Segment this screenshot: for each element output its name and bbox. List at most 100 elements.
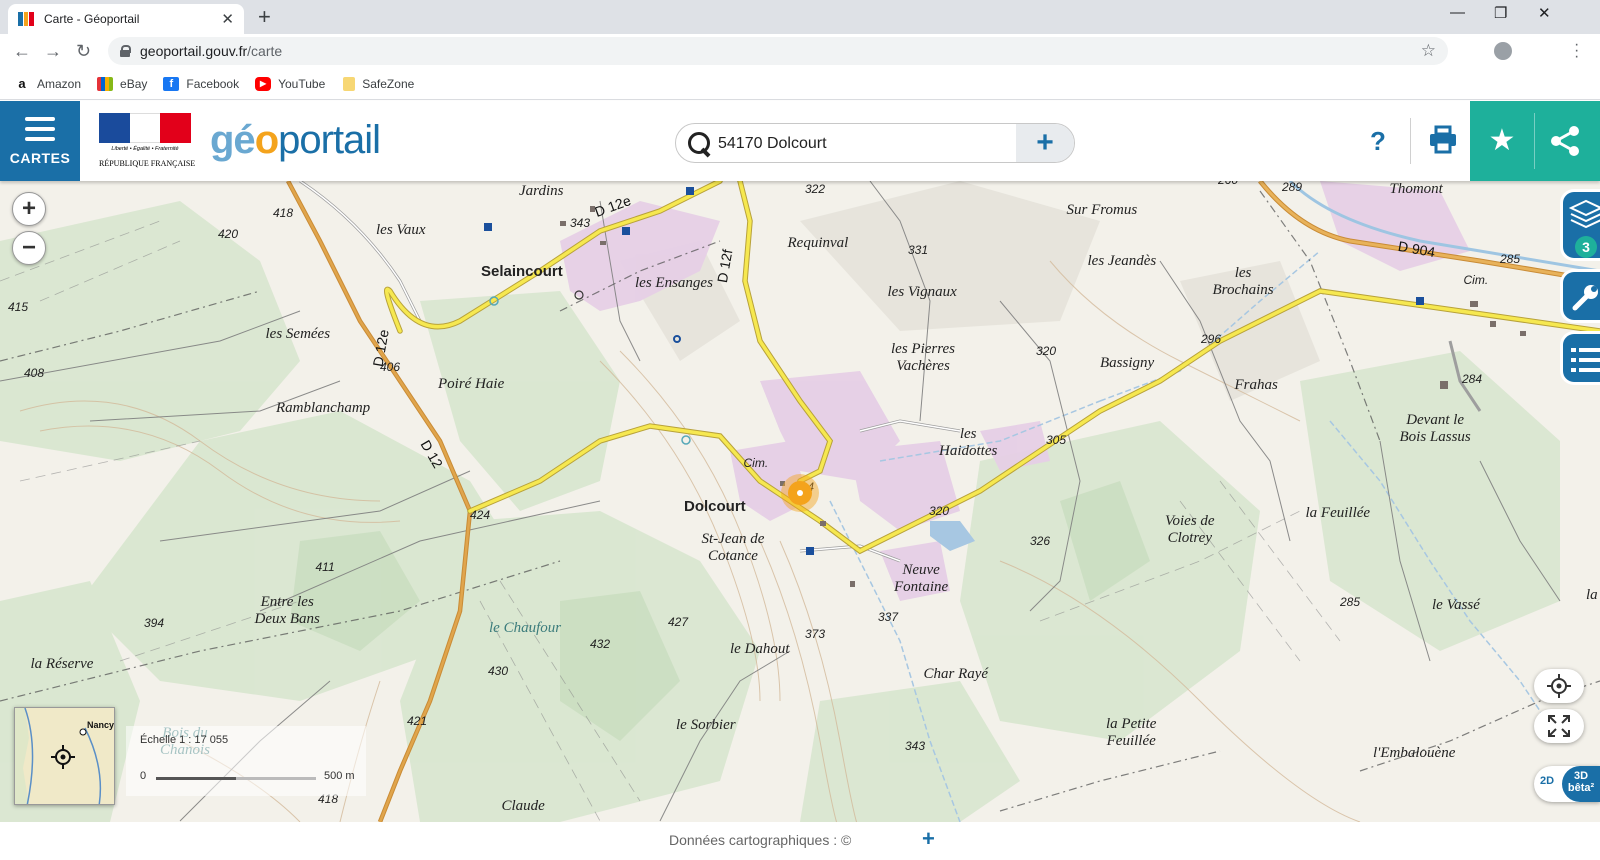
browser-tab-strip: Carte - Géoportail ✕ + — ❐ ✕: [0, 0, 1600, 34]
advanced-search-button[interactable]: +: [1016, 124, 1074, 162]
mode-3d-button[interactable]: 3D bêta²: [1562, 766, 1600, 802]
reload-icon[interactable]: ↻: [76, 41, 91, 61]
layers-panel-tab[interactable]: 3: [1560, 189, 1600, 261]
map-place-label: Bassigny: [1100, 354, 1155, 371]
map-town-label: Selaincourt: [481, 262, 563, 280]
map-place-label: les Jeandès: [1087, 252, 1157, 269]
bookmark-safezone[interactable]: SafeZone: [341, 76, 414, 91]
search-result-marker[interactable]: [781, 474, 819, 512]
tab-close-icon[interactable]: ✕: [221, 10, 234, 28]
map-altitude-label: 326: [1030, 534, 1051, 548]
zoom-out-button[interactable]: −: [12, 231, 46, 265]
tools-panel-tab[interactable]: [1560, 269, 1600, 323]
map-altitude-label: 411: [315, 560, 335, 574]
map-place-label: Frahas: [1234, 376, 1278, 393]
logo-part-ge: gé: [210, 118, 256, 162]
map-footer: Données cartographiques : © +: [0, 822, 1600, 860]
geoportail-favicon-icon: [18, 12, 35, 26]
new-tab-button[interactable]: +: [258, 4, 271, 30]
help-button[interactable]: ?: [1363, 121, 1393, 161]
map-place-label: Char Rayé: [923, 665, 989, 682]
map-altitude-label: 289: [1282, 181, 1303, 194]
map-place-label: le Sorbier: [676, 716, 736, 733]
extension-adblock-icon[interactable]: AD: [1463, 42, 1481, 60]
map-place-label: la Réserve: [30, 655, 94, 672]
legend-panel-tab[interactable]: [1560, 331, 1600, 385]
map-altitude-label: 320: [929, 504, 950, 518]
youtube-icon: ▶: [255, 76, 272, 91]
browser-menu-icon[interactable]: · · ·: [1574, 37, 1579, 65]
map-town-label: Dolcourt: [684, 497, 746, 515]
map-altitude-label: 415: [8, 300, 29, 314]
map-altitude-label: 373: [805, 627, 826, 641]
bookmark-label: Amazon: [37, 76, 82, 91]
overview-city-label: Nancy: [87, 720, 115, 730]
cartes-menu-button[interactable]: CARTES: [0, 101, 80, 181]
scale-zero-label: 0: [140, 770, 147, 782]
mode-2d-button[interactable]: 2D: [1540, 775, 1554, 787]
bookmark-ebay[interactable]: eBay: [97, 76, 147, 91]
wrench-icon: [1572, 285, 1598, 311]
url-text: geoportail.gouv.fr/carte: [140, 43, 283, 59]
map-place-label: les Ensanges: [635, 274, 713, 291]
view-mode-toggle[interactable]: 2D 3D bêta²: [1534, 766, 1600, 802]
share-icon[interactable]: [1548, 123, 1584, 159]
bookmark-amazon[interactable]: a Amazon: [14, 76, 82, 91]
search-input[interactable]: [718, 132, 1008, 156]
republique-francaise-logo[interactable]: Liberté • Égalité • Fraternité RÉPUBLIQU…: [99, 113, 196, 171]
map-cemetery-label: Cim.: [743, 456, 769, 470]
map-altitude-label: 420: [218, 227, 239, 241]
map-water-label: le Chaufour: [489, 619, 562, 636]
map-place-label: Poiré Haie: [438, 375, 505, 392]
map-altitude-label: 408: [24, 366, 45, 380]
address-bar[interactable]: geoportail.gouv.fr/carte ☆: [108, 37, 1448, 65]
republic-name: RÉPUBLIQUE FRANÇAISE: [99, 159, 196, 168]
lock-icon: [120, 45, 131, 57]
geoportail-logo[interactable]: géoportail: [210, 117, 381, 163]
search-icon[interactable]: [688, 132, 710, 154]
geolocate-button[interactable]: [1534, 669, 1584, 703]
forward-arrow-icon[interactable]: →: [44, 41, 62, 61]
map-place-label: la Feuillée: [1305, 504, 1371, 521]
maximize-button[interactable]: ❐: [1494, 4, 1507, 22]
layers-icon: [1569, 199, 1600, 229]
browser-tab[interactable]: Carte - Géoportail ✕: [8, 4, 244, 34]
map-scale: Échelle 1 : 17 055 0 500 m: [126, 726, 366, 796]
map-place-label: Devant le Bois Lassus: [1399, 412, 1471, 445]
fullscreen-button[interactable]: [1534, 709, 1584, 743]
map-altitude-label: 418: [273, 206, 294, 220]
fullscreen-icon: [1548, 715, 1570, 737]
credits-expand-button[interactable]: +: [922, 826, 935, 852]
amazon-icon: a: [14, 76, 30, 91]
print-icon[interactable]: [1428, 125, 1458, 155]
zoom-in-button[interactable]: +: [12, 192, 46, 226]
map-altitude-label: 430: [488, 664, 509, 678]
map-altitude-label: 305: [1046, 433, 1067, 447]
map-altitude-label: 331: [908, 243, 929, 257]
map-place-label: Neuve Fontaine: [894, 562, 949, 595]
map-altitude-label: 427: [668, 615, 689, 629]
mode-3d-label: 3D: [1573, 770, 1589, 782]
map-viewport[interactable]: Jardins les Vaux Requinval Sur Fromus Thomon…: [0, 181, 1600, 822]
map-altitude-label: 285: [1340, 595, 1361, 609]
marianne-flag-icon: [99, 113, 192, 143]
close-window-button[interactable]: ✕: [1538, 4, 1551, 22]
tab-title: Carte - Géoportail: [44, 12, 140, 26]
map-altitude-label: 337: [878, 610, 899, 624]
hamburger-icon: [25, 116, 55, 141]
minimize-button[interactable]: —: [1450, 4, 1465, 21]
bookmark-facebook[interactable]: f Facebook: [163, 76, 239, 91]
back-arrow-icon[interactable]: ←: [13, 41, 31, 61]
map-altitude-label: 343: [570, 216, 591, 230]
bookmark-youtube[interactable]: ▶ YouTube: [255, 76, 325, 91]
extension-shield-icon[interactable]: ✓: [1539, 42, 1557, 60]
map-place-label: la Petite Feuillée: [1106, 716, 1157, 749]
list-icon: [1571, 348, 1600, 372]
overview-map[interactable]: Nancy: [14, 707, 115, 805]
map-place-label: l'Embalouène: [1373, 744, 1456, 761]
bookmark-star-icon[interactable]: ☆: [1421, 41, 1436, 61]
extension-cloud-icon[interactable]: [1494, 42, 1512, 60]
map-place-label: les Brochains: [1212, 265, 1274, 298]
ebay-icon: [97, 76, 114, 91]
favorites-star-icon[interactable]: ★: [1484, 123, 1520, 159]
